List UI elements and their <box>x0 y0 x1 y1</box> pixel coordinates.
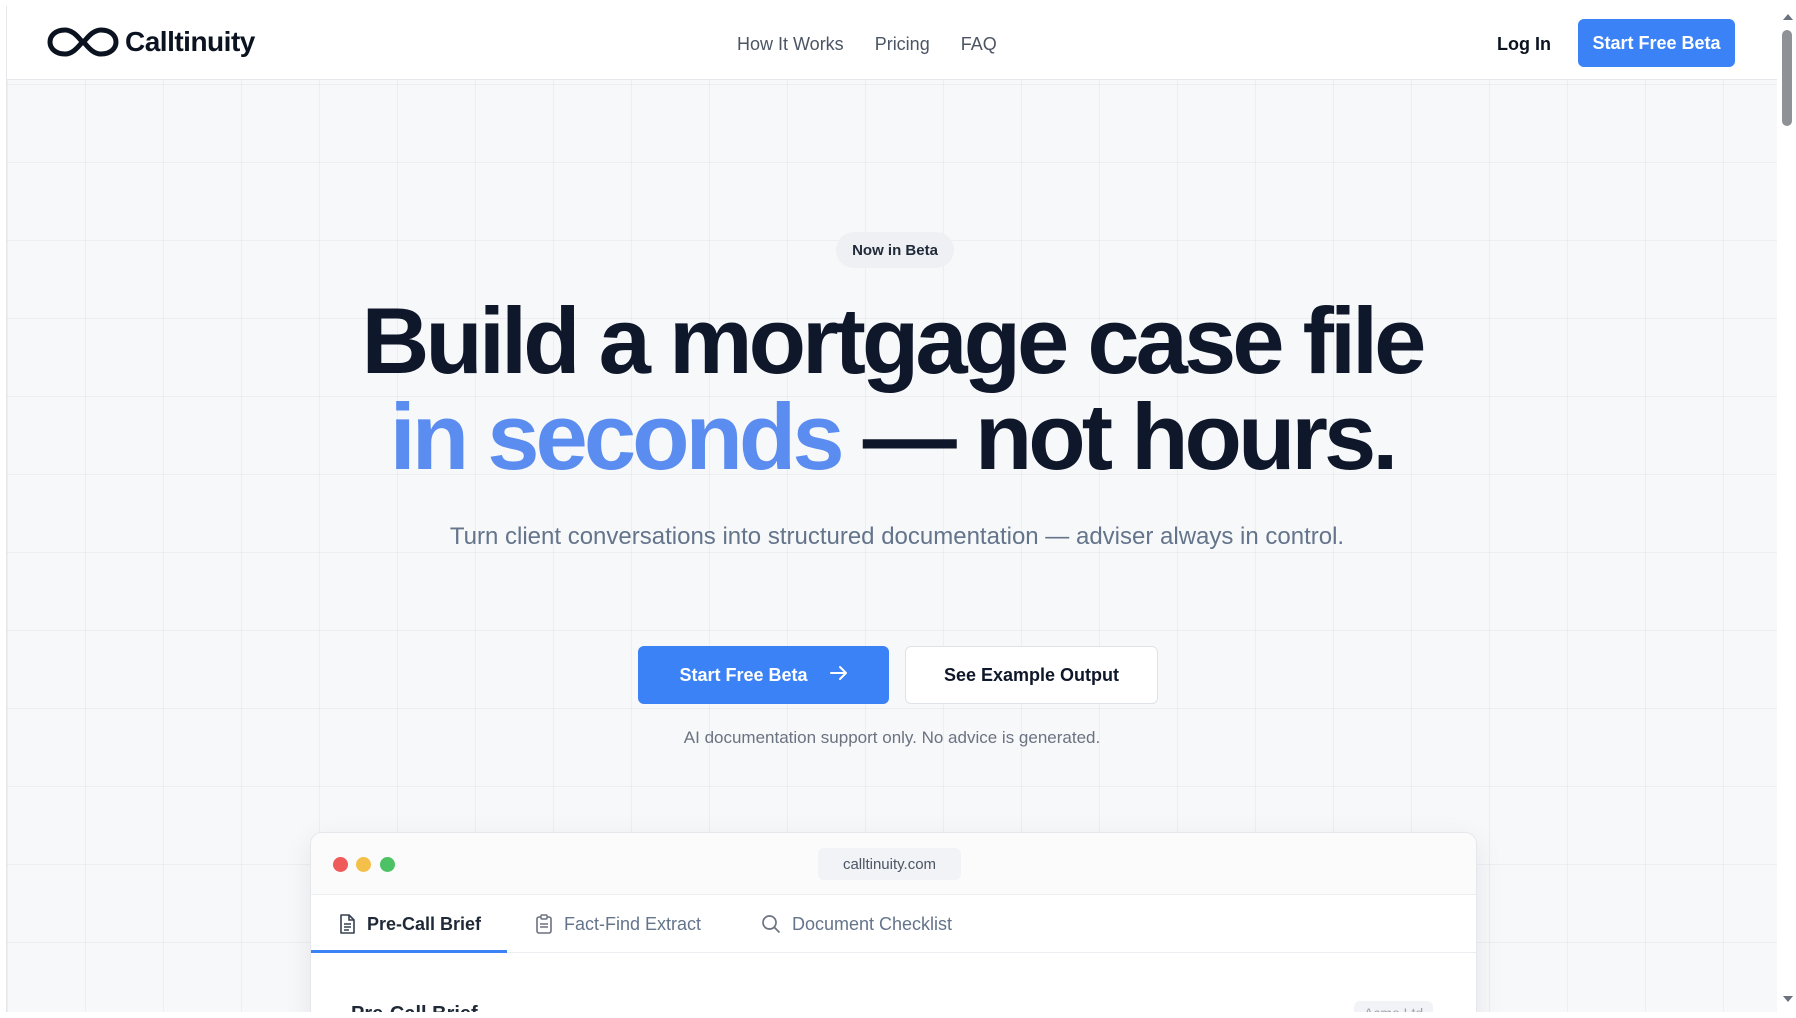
hero-headline: Build a mortgage case file in seconds — … <box>7 293 1777 485</box>
hero-subtitle: Turn client conversations into structure… <box>449 523 1345 550</box>
page-viewport: Calltinuity How It Works Pricing FAQ Log… <box>6 6 1777 1012</box>
brand-logo[interactable]: Calltinuity <box>47 24 255 60</box>
scroll-thumb[interactable] <box>1782 30 1792 126</box>
app-preview-window: calltinuity.com Pre-Call Brief Fact-Find… <box>310 832 1477 1012</box>
window-maximize-dot <box>380 857 395 872</box>
headline-accent: in seconds <box>389 384 845 489</box>
search-icon <box>761 914 781 934</box>
clipboard-icon <box>535 914 553 934</box>
tab-fact-find-extract[interactable]: Fact-Find Extract <box>535 895 701 953</box>
preview-url-bar: calltinuity.com <box>818 848 961 880</box>
beta-badge: Now in Beta <box>836 232 954 268</box>
vertical-scrollbar[interactable] <box>1778 6 1796 1012</box>
nav-link-how-it-works[interactable]: How It Works <box>737 34 844 55</box>
headline-line-1: Build a mortgage case file <box>361 288 1427 393</box>
nav-link-faq[interactable]: FAQ <box>961 34 997 55</box>
arrow-right-icon <box>829 665 848 686</box>
document-icon <box>338 914 356 934</box>
panel-title: Pre-Call Brief <box>351 1003 478 1012</box>
tab-label: Fact-Find Extract <box>564 913 702 934</box>
tab-pre-call-brief[interactable]: Pre-Call Brief <box>338 895 481 953</box>
scroll-down-arrow-icon[interactable] <box>1783 996 1793 1002</box>
headline-rest: — not hours. <box>840 384 1399 489</box>
preview-titlebar: calltinuity.com <box>311 833 1476 895</box>
nav-links: How It Works Pricing FAQ <box>737 34 997 55</box>
ai-disclaimer: AI documentation support only. No advice… <box>683 728 1101 747</box>
active-tab-indicator <box>311 950 507 953</box>
tab-label: Pre-Call Brief <box>367 913 482 934</box>
tab-label: Document Checklist <box>792 913 953 934</box>
hero-start-beta-label: Start Free Beta <box>679 664 808 685</box>
browser-frame: Calltinuity How It Works Pricing FAQ Log… <box>0 0 1796 1018</box>
client-tag: Acme Ltd <box>1354 1001 1434 1012</box>
nav-link-pricing[interactable]: Pricing <box>875 34 930 55</box>
see-example-output-button[interactable]: See Example Output <box>905 646 1158 704</box>
tab-document-checklist[interactable]: Document Checklist <box>761 895 952 953</box>
window-close-dot <box>333 857 348 872</box>
scroll-up-arrow-icon[interactable] <box>1783 14 1793 20</box>
nav-start-beta-button[interactable]: Start Free Beta <box>1578 19 1735 67</box>
login-link[interactable]: Log In <box>1497 34 1551 55</box>
preview-tabs: Pre-Call Brief Fact-Find Extract Documen… <box>311 895 1476 953</box>
hero-start-beta-button[interactable]: Start Free Beta <box>638 646 889 704</box>
infinity-icon <box>47 24 119 60</box>
brand-name: Calltinuity <box>125 26 255 57</box>
window-minimize-dot <box>356 857 371 872</box>
top-nav: Calltinuity How It Works Pricing FAQ Log… <box>7 6 1777 80</box>
